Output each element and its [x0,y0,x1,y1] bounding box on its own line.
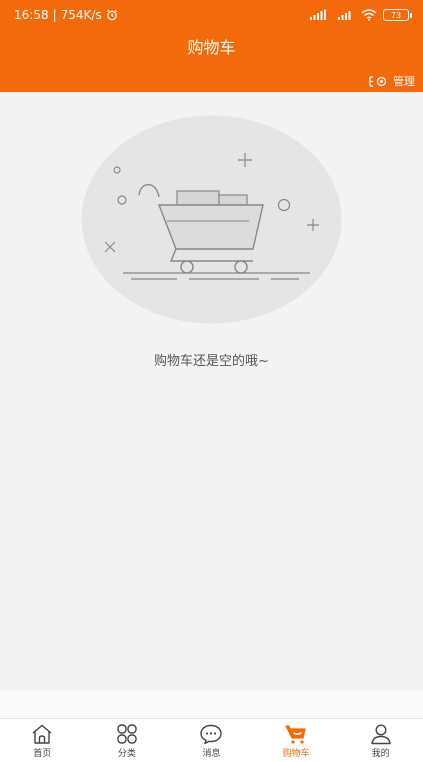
status-bar: 16:58 | 754K/s 73 [0,0,423,30]
message-icon [200,724,223,744]
bottom-spacer [0,690,423,718]
tab-messages-label: 消息 [202,748,221,759]
tab-profile-label: 我的 [371,748,390,759]
page-title: 购物车 [187,38,236,57]
top-header: 16:58 | 754K/s 73 购物车 管理 [0,0,423,92]
bottom-tabbar: 首页 分类 消息 购物车 我的 [0,718,423,762]
signal-2-icon [338,11,351,20]
empty-cart-illustration [81,115,342,324]
battery-level: 73 [390,10,402,20]
signal-icon [310,9,326,20]
status-separator: | [52,8,57,22]
tab-home-label: 首页 [33,748,52,759]
user-icon [370,723,391,744]
status-time: 16:58 [14,8,49,22]
manage-button[interactable]: 管理 [369,73,415,89]
cart-icon [285,724,306,744]
status-left: 16:58 | 754K/s [14,8,118,22]
wifi-icon [361,9,377,21]
tab-cart-label: 购物车 [282,748,310,759]
empty-cart-message: 购物车还是空的哦~ [154,354,269,369]
tab-messages[interactable]: 消息 [169,719,254,762]
tab-category[interactable]: 分类 [85,719,170,762]
home-icon [32,724,52,744]
tab-home[interactable]: 首页 [0,719,85,762]
manage-icon [369,75,387,87]
tab-category-label: 分类 [117,748,136,759]
alarm-icon [106,9,117,21]
tab-cart[interactable]: 购物车 [254,719,339,762]
network-speed: 754K/s [60,8,102,22]
status-right: 73 [309,9,412,21]
category-icon [117,723,137,744]
tab-profile[interactable]: 我的 [338,719,423,762]
battery-icon: 73 [383,9,412,21]
manage-label: 管理 [393,75,415,88]
